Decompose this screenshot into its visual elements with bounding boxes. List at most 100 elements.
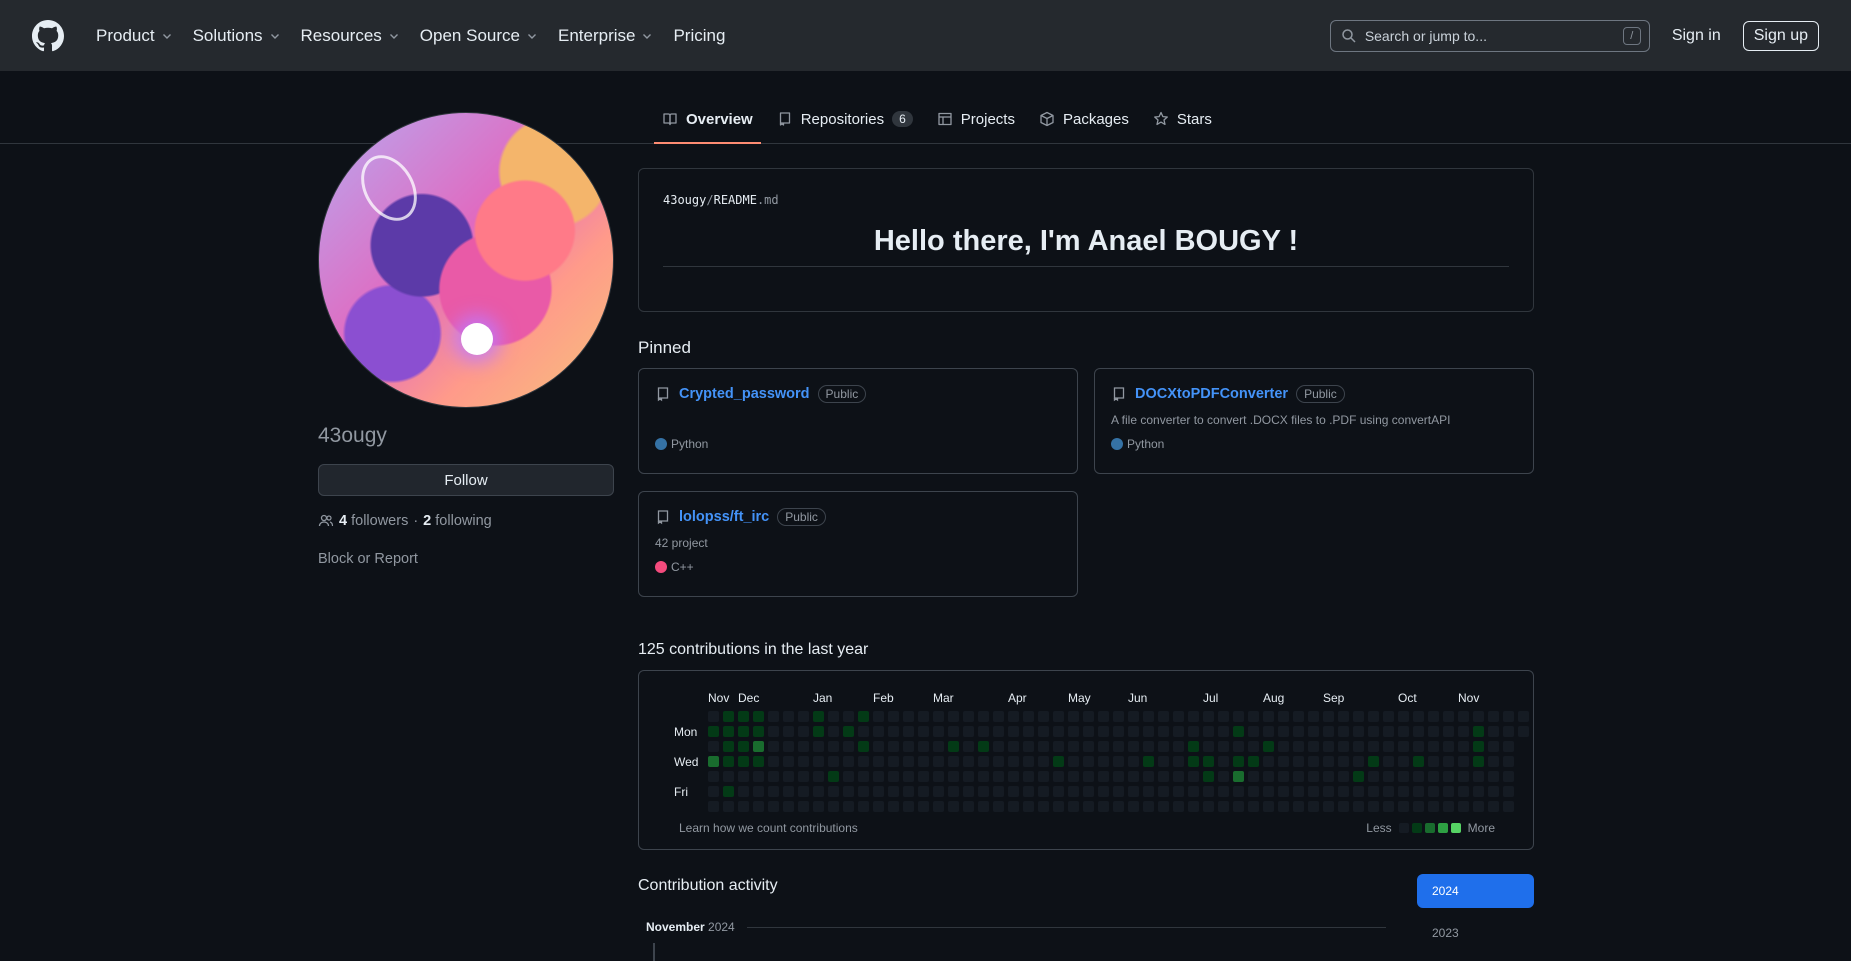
contribution-day[interactable] — [993, 711, 1004, 722]
contribution-day[interactable] — [1173, 756, 1184, 767]
contribution-day[interactable] — [963, 756, 974, 767]
contribution-day[interactable] — [753, 801, 764, 812]
contribution-day[interactable] — [1518, 711, 1529, 722]
contribution-day[interactable] — [843, 756, 854, 767]
contribution-day[interactable] — [1158, 726, 1169, 737]
contribution-day[interactable] — [873, 771, 884, 782]
contribution-day[interactable] — [1158, 786, 1169, 797]
contribution-day[interactable] — [918, 711, 929, 722]
contribution-day[interactable] — [1278, 741, 1289, 752]
tab-projects[interactable]: Projects — [929, 101, 1023, 137]
contribution-day[interactable] — [1503, 786, 1514, 797]
contribution-day[interactable] — [1398, 741, 1409, 752]
contribution-day[interactable] — [1503, 801, 1514, 812]
contribution-day[interactable] — [1413, 726, 1424, 737]
contribution-day[interactable] — [903, 801, 914, 812]
contribution-day[interactable] — [1203, 786, 1214, 797]
search-input[interactable]: Search or jump to... / — [1329, 19, 1650, 52]
contribution-day[interactable] — [978, 801, 989, 812]
contribution-day[interactable] — [1188, 756, 1199, 767]
contribution-day[interactable] — [1173, 726, 1184, 737]
contribution-day[interactable] — [828, 756, 839, 767]
contribution-day[interactable] — [1278, 726, 1289, 737]
contribution-day[interactable] — [738, 786, 749, 797]
contribution-day[interactable] — [1308, 801, 1319, 812]
contribution-day[interactable] — [1443, 756, 1454, 767]
nav-product[interactable]: Product — [86, 18, 183, 54]
contribution-day[interactable] — [1008, 771, 1019, 782]
readme-owner[interactable]: 43ougy — [663, 193, 706, 207]
contribution-day[interactable] — [768, 726, 779, 737]
contribution-day[interactable] — [1188, 801, 1199, 812]
contribution-day[interactable] — [963, 711, 974, 722]
contribution-day[interactable] — [1113, 726, 1124, 737]
contribution-day[interactable] — [1488, 756, 1499, 767]
nav-enterprise[interactable]: Enterprise — [548, 18, 663, 54]
tab-overview[interactable]: Overview — [654, 101, 761, 144]
contribution-day[interactable] — [1008, 786, 1019, 797]
contribution-day[interactable] — [873, 711, 884, 722]
contribution-day[interactable] — [1383, 771, 1394, 782]
contribution-day[interactable] — [1383, 786, 1394, 797]
github-logo-icon[interactable] — [32, 19, 64, 52]
contribution-day[interactable] — [1008, 726, 1019, 737]
contribution-day[interactable] — [1308, 726, 1319, 737]
contribution-day[interactable] — [1263, 771, 1274, 782]
contribution-day[interactable] — [1458, 741, 1469, 752]
contribution-day[interactable] — [918, 756, 929, 767]
contribution-day[interactable] — [1158, 771, 1169, 782]
contribution-day[interactable] — [1263, 801, 1274, 812]
contribution-day[interactable] — [708, 786, 719, 797]
contribution-day[interactable] — [933, 756, 944, 767]
contribution-day[interactable] — [813, 741, 824, 752]
contribution-day[interactable] — [1503, 741, 1514, 752]
contribution-day[interactable] — [1188, 771, 1199, 782]
contribution-day[interactable] — [1278, 756, 1289, 767]
contribution-day[interactable] — [1323, 801, 1334, 812]
contribution-day[interactable] — [1293, 711, 1304, 722]
contribution-day[interactable] — [1503, 726, 1514, 737]
contribution-day[interactable] — [873, 726, 884, 737]
contribution-day[interactable] — [933, 726, 944, 737]
contribution-day[interactable] — [1128, 726, 1139, 737]
contribution-day[interactable] — [738, 741, 749, 752]
contribution-day[interactable] — [1308, 786, 1319, 797]
contribution-day[interactable] — [1083, 711, 1094, 722]
contribution-day[interactable] — [1488, 711, 1499, 722]
contribution-day[interactable] — [783, 801, 794, 812]
contribution-day[interactable] — [768, 771, 779, 782]
tab-stars[interactable]: Stars — [1145, 101, 1220, 137]
contribution-day[interactable] — [1293, 786, 1304, 797]
contribution-day[interactable] — [1218, 771, 1229, 782]
contribution-day[interactable] — [1458, 771, 1469, 782]
contribution-day[interactable] — [708, 801, 719, 812]
contribution-day[interactable] — [918, 726, 929, 737]
contribution-day[interactable] — [1203, 801, 1214, 812]
contribution-day[interactable] — [1323, 726, 1334, 737]
nav-pricing[interactable]: Pricing — [663, 18, 735, 54]
contribution-day[interactable] — [1068, 741, 1079, 752]
contribution-day[interactable] — [978, 741, 989, 752]
contribution-day[interactable] — [798, 756, 809, 767]
contribution-day[interactable] — [918, 771, 929, 782]
contribution-day[interactable] — [723, 741, 734, 752]
contribution-day[interactable] — [858, 711, 869, 722]
contribution-day[interactable] — [1458, 786, 1469, 797]
contribution-day[interactable] — [1338, 726, 1349, 737]
contribution-day[interactable] — [1233, 801, 1244, 812]
contribution-day[interactable] — [1278, 711, 1289, 722]
contribution-day[interactable] — [1083, 756, 1094, 767]
contribution-day[interactable] — [1398, 711, 1409, 722]
contribution-day[interactable] — [1458, 801, 1469, 812]
contribution-day[interactable] — [1353, 711, 1364, 722]
contribution-day[interactable] — [813, 786, 824, 797]
contribution-day[interactable] — [1068, 801, 1079, 812]
contribution-day[interactable] — [933, 786, 944, 797]
contribution-day[interactable] — [1113, 786, 1124, 797]
contribution-day[interactable] — [1233, 756, 1244, 767]
contribution-day[interactable] — [1338, 711, 1349, 722]
contribution-day[interactable] — [1368, 801, 1379, 812]
contribution-day[interactable] — [1008, 801, 1019, 812]
contribution-day[interactable] — [1218, 801, 1229, 812]
contribution-day[interactable] — [1083, 771, 1094, 782]
